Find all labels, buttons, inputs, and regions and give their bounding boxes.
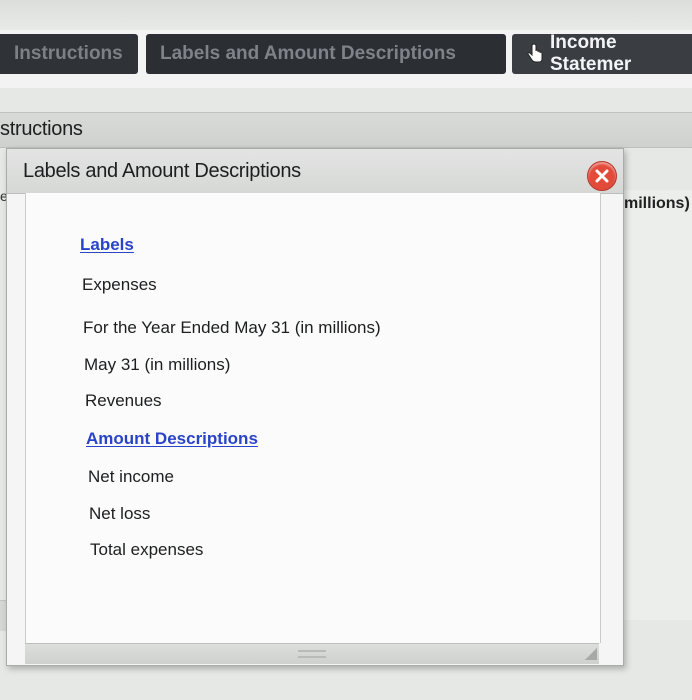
hand-pointer-icon [524, 43, 546, 65]
label-option[interactable]: Revenues [81, 389, 166, 413]
dialog-body: Labels Expenses For the Year Ended May 3… [25, 193, 601, 643]
dialog-header[interactable]: Labels and Amount Descriptions [7, 149, 623, 194]
label-option[interactable]: May 31 (in millions) [80, 353, 234, 377]
tab-instructions[interactable]: Instructions [0, 34, 138, 74]
tab-labels-and-amount-descriptions[interactable]: Labels and Amount Descriptions [146, 34, 506, 74]
window-top-strip [0, 0, 692, 31]
instructions-section-title: structions [0, 118, 83, 140]
amount-description-option[interactable]: Net income [84, 465, 178, 489]
tab-label: Instructions [14, 43, 123, 64]
background-column-header: millions) [620, 195, 690, 212]
tab-label: Labels and Amount Descriptions [160, 43, 456, 64]
drag-grip-icon[interactable] [298, 650, 326, 658]
labels-heading: Labels [80, 235, 134, 254]
labels-dialog: Labels and Amount Descriptions Labels Ex… [6, 148, 624, 666]
dialog-title: Labels and Amount Descriptions [23, 160, 301, 182]
background-right-panel [620, 190, 692, 620]
close-x-icon [595, 169, 609, 183]
tab-income-statement[interactable]: Income Statemer [512, 32, 692, 75]
tab-label: Income Statemer [550, 32, 632, 75]
label-option[interactable]: Expenses [78, 273, 161, 297]
dialog-footer [25, 643, 599, 664]
label-option[interactable]: For the Year Ended May 31 (in millions) [79, 316, 385, 340]
close-button[interactable] [587, 161, 617, 191]
amount-description-option[interactable]: Total expenses [86, 538, 207, 562]
amount-description-option[interactable]: Net loss [85, 502, 154, 526]
resize-handle-icon[interactable] [585, 648, 597, 660]
amount-descriptions-heading: Amount Descriptions [86, 429, 258, 448]
instructions-section-bar [0, 112, 692, 148]
